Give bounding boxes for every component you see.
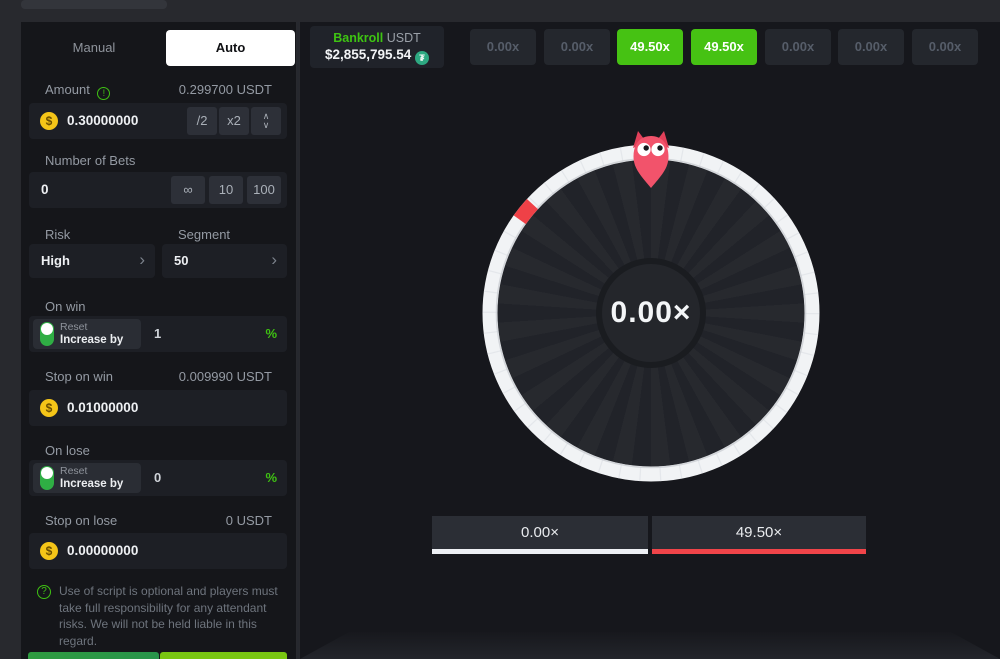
start-autobet-button-right[interactable] [160,652,287,659]
hundred-bets-button[interactable]: 100 [247,176,281,204]
history-chip[interactable]: 0.00x [765,29,831,65]
stop-on-lose-label: Stop on lose [45,513,117,528]
bet-controls-sidebar: Manual Auto Amount ! 0.299700 USDT $ 0.3… [21,22,296,659]
on-win-reset-label: Reset [60,321,123,334]
coin-icon: $ [40,542,58,560]
question-circle-icon: ? [37,585,51,599]
result-bar-win[interactable]: 49.50× [652,516,866,554]
result-bar-win-strip [652,549,866,554]
number-of-bets-input[interactable]: 0 [41,172,49,208]
on-lose-percent-unit: % [265,460,277,496]
toggle-switch-icon[interactable] [40,322,54,346]
bankroll-currency: USDT [387,31,421,45]
history-chip[interactable]: 0.00x [838,29,904,65]
amount-converted-value: 0.299700 USDT [179,82,272,97]
wheel-game-page: Manual Auto Amount ! 0.299700 USDT $ 0.3… [0,0,1000,659]
start-autobet-button-left[interactable] [28,652,159,659]
stop-on-lose-input-row: $ 0.00000000 [29,533,287,569]
on-win-toggle[interactable]: Reset Increase by [33,319,141,349]
disclaimer-text: Use of script is optional and players mu… [59,583,283,649]
tether-icon: ₮ [415,51,429,65]
on-win-percent-unit: % [265,316,277,352]
amount-label-row: Amount ! 0.299700 USDT [45,82,272,98]
history-chip[interactable]: 0.00x [912,29,978,65]
chevron-right-icon: › [271,244,277,278]
on-lose-toggle[interactable]: Reset Increase by [33,463,141,493]
risk-segment-label-row: Risk Segment [45,227,272,243]
amount-stepper[interactable]: ∧ ∨ [251,107,281,135]
double-bet-button[interactable]: x2 [219,107,249,135]
stop-on-win-label-row: Stop on win 0.009990 USDT [45,369,272,385]
half-bet-button[interactable]: /2 [187,107,217,135]
stop-on-lose-input[interactable]: 0.00000000 [67,533,138,569]
game-window-tab[interactable] [21,0,167,9]
chevron-right-icon: › [139,244,145,278]
history-chip[interactable]: 0.00x [544,29,610,65]
on-lose-row: Reset Increase by 0 % [29,460,287,496]
toggle-switch-icon[interactable] [40,466,54,490]
result-bar-win-label: 49.50× [652,516,866,549]
risk-label: Risk [45,227,70,242]
stop-on-win-label: Stop on win [45,369,113,384]
amount-input-row: $ 0.30000000 /2 x2 ∧ ∨ [29,103,287,139]
result-bar-lose[interactable]: 0.00× [432,516,648,554]
number-of-bets-label: Number of Bets [45,153,135,168]
floor-decoration [300,632,1000,659]
tab-manual[interactable]: Manual [29,30,159,66]
on-lose-reset-label: Reset [60,465,123,478]
coin-icon: $ [40,112,58,130]
on-lose-increase-label: Increase by [60,478,123,491]
on-win-row: Reset Increase by 1 % [29,316,287,352]
history-chip-win[interactable]: 49.50x [617,29,683,65]
bankroll-amount: $2,855,795.54 [325,47,411,62]
stepper-down-icon[interactable]: ∨ [251,121,281,130]
on-lose-percent-input[interactable]: 0 [154,460,161,496]
tab-auto[interactable]: Auto [166,30,295,66]
bankroll-box[interactable]: Bankroll USDT $2,855,795.54 ₮ [310,26,444,68]
stop-on-lose-converted: 0 USDT [226,513,272,528]
on-lose-label: On lose [45,443,90,458]
result-bar-lose-label: 0.00× [432,516,648,549]
stop-on-win-converted: 0.009990 USDT [179,369,272,384]
on-win-label-row: On win [45,299,272,315]
infinity-bets-button[interactable]: ∞ [171,176,205,204]
history-chip[interactable]: 0.00x [470,29,536,65]
stop-on-lose-label-row: Stop on lose 0 USDT [45,513,272,529]
bankroll-label: Bankroll [333,31,383,45]
stop-on-win-input[interactable]: 0.01000000 [67,390,138,426]
amount-input[interactable]: 0.30000000 [67,103,138,139]
on-lose-label-row: On lose [45,443,272,459]
risk-value: High [41,244,70,278]
risk-dropdown[interactable]: High › [29,244,155,278]
on-win-percent-input[interactable]: 1 [154,316,161,352]
coin-icon: $ [40,399,58,417]
result-bar-lose-strip [432,549,648,554]
stop-on-win-input-row: $ 0.01000000 [29,390,287,426]
script-disclaimer: ? Use of script is optional and players … [37,583,283,649]
game-area: Bankroll USDT $2,855,795.54 ₮ 0.00x 0.00… [300,22,1000,659]
amount-info-icon[interactable]: ! [97,87,110,100]
segment-label: Segment [178,227,230,242]
on-win-increase-label: Increase by [60,334,123,347]
owl-pointer-icon [628,130,674,190]
amount-label: Amount [45,82,90,97]
current-multiplier: 0.00× [581,293,721,333]
sidebar-divider [297,22,299,659]
segment-value: 50 [174,244,188,278]
mode-tabs: Manual Auto [29,30,287,66]
bets-label-row: Number of Bets [45,153,272,169]
on-win-label: On win [45,299,85,314]
bets-input-row: 0 ∞ 10 100 [29,172,287,208]
ten-bets-button[interactable]: 10 [209,176,243,204]
history-chip-win[interactable]: 49.50x [691,29,757,65]
segment-dropdown[interactable]: 50 › [162,244,287,278]
